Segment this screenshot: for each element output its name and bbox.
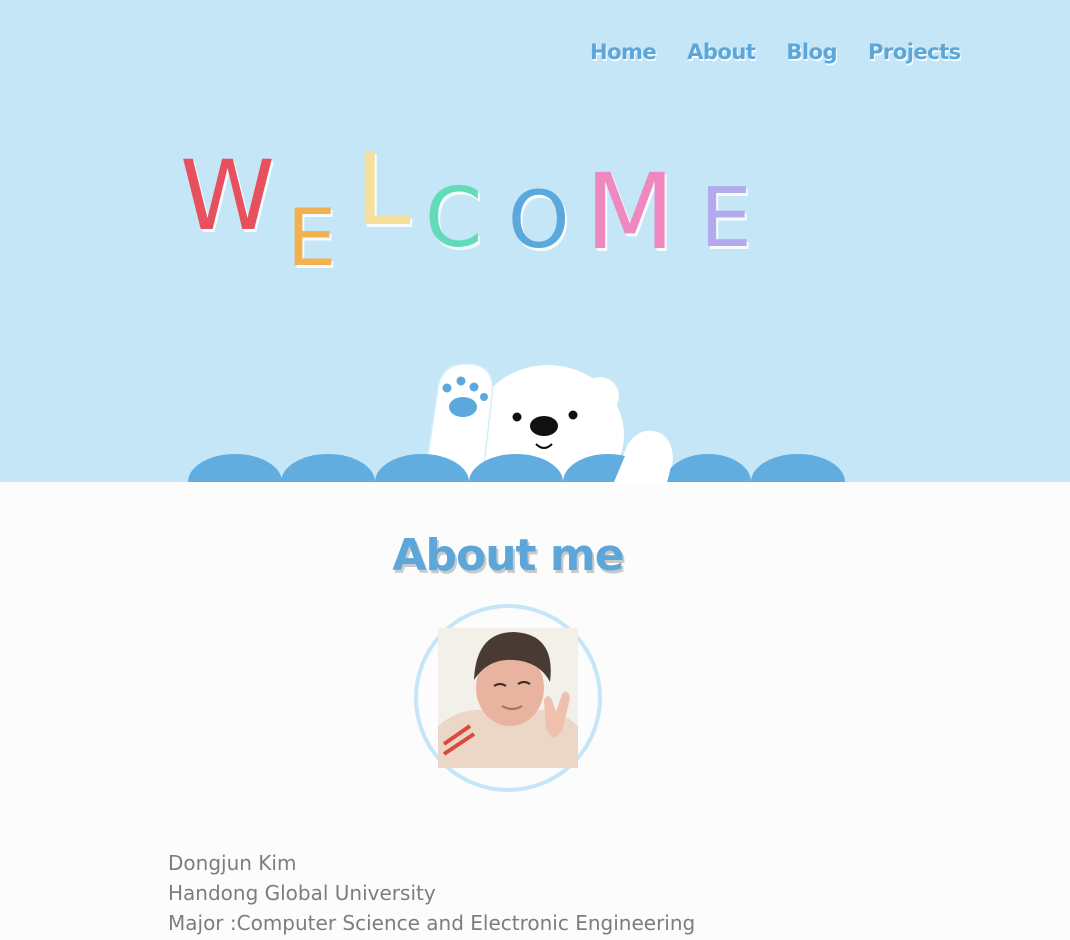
welcome-letter-o: O [508, 176, 570, 266]
welcome-letter-e: E [287, 194, 337, 284]
welcome-letter-e2: E [700, 171, 752, 266]
profile-name: Dongjun Kim [168, 851, 297, 875]
main-nav: Home About Blog Projects [590, 40, 961, 64]
nav-about-link[interactable]: About [687, 40, 756, 64]
nav-home-link[interactable]: Home [590, 40, 657, 64]
nav-projects-link[interactable]: Projects [868, 40, 961, 64]
profile-school: Handong Global University [168, 881, 436, 905]
about-title: About me [392, 530, 624, 581]
bear-nose [530, 416, 558, 436]
welcome-letter-m: M [585, 151, 675, 273]
paw-pad-icon [449, 397, 477, 417]
profile-photo [438, 628, 578, 768]
polar-bear-illustration [188, 363, 845, 482]
welcome-letter-c: C [425, 171, 483, 266]
hero-banner: Home About Blog Projects W E L C O M E [0, 0, 1070, 482]
bear-eye-left [512, 412, 522, 422]
profile-info: Dongjun Kim Handong Global University Ma… [168, 848, 695, 938]
welcome-letter-l: L [355, 131, 411, 248]
nav-blog-link[interactable]: Blog [786, 40, 837, 64]
blue-waves [188, 454, 845, 482]
bear-eye-right [568, 410, 578, 420]
bear-ear [581, 377, 619, 415]
avatar [414, 604, 602, 792]
profile-major: Major :Computer Science and Electronic E… [168, 911, 696, 935]
welcome-letter-w: W [180, 140, 275, 252]
